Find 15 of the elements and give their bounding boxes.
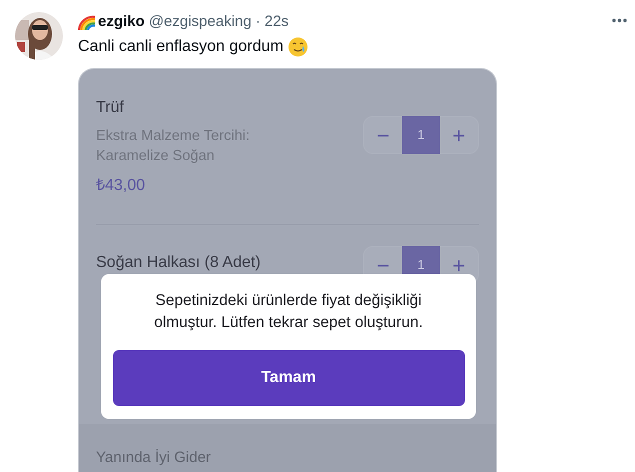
quantity-value: 1 [402,116,440,154]
item-name: Soğan Halkası (8 Adet) [96,253,261,273]
user-name[interactable]: ezgiko [98,10,145,34]
section-title: Yanında İyi Gider [96,449,211,466]
more-icon[interactable] [612,18,627,23]
item-price: ₺43,00 [96,176,146,196]
item-name: Trüf [96,98,125,118]
rainbow-icon [78,14,96,30]
separator: · [255,12,260,32]
user-handle[interactable]: @ezgispeaking [148,10,252,34]
timestamp[interactable]: 22s [264,10,289,34]
dialog-message: Sepetinizdeki ürünlerde fiyat değişikliği olmuştur. Lütfen tekrar sepet oluşturun. [153,291,424,333]
tweet-text: Canli canli enflasyon gordum [78,37,284,57]
smiling-face-with-tear-icon [288,37,308,57]
ok-button[interactable]: Tamam [112,350,464,406]
